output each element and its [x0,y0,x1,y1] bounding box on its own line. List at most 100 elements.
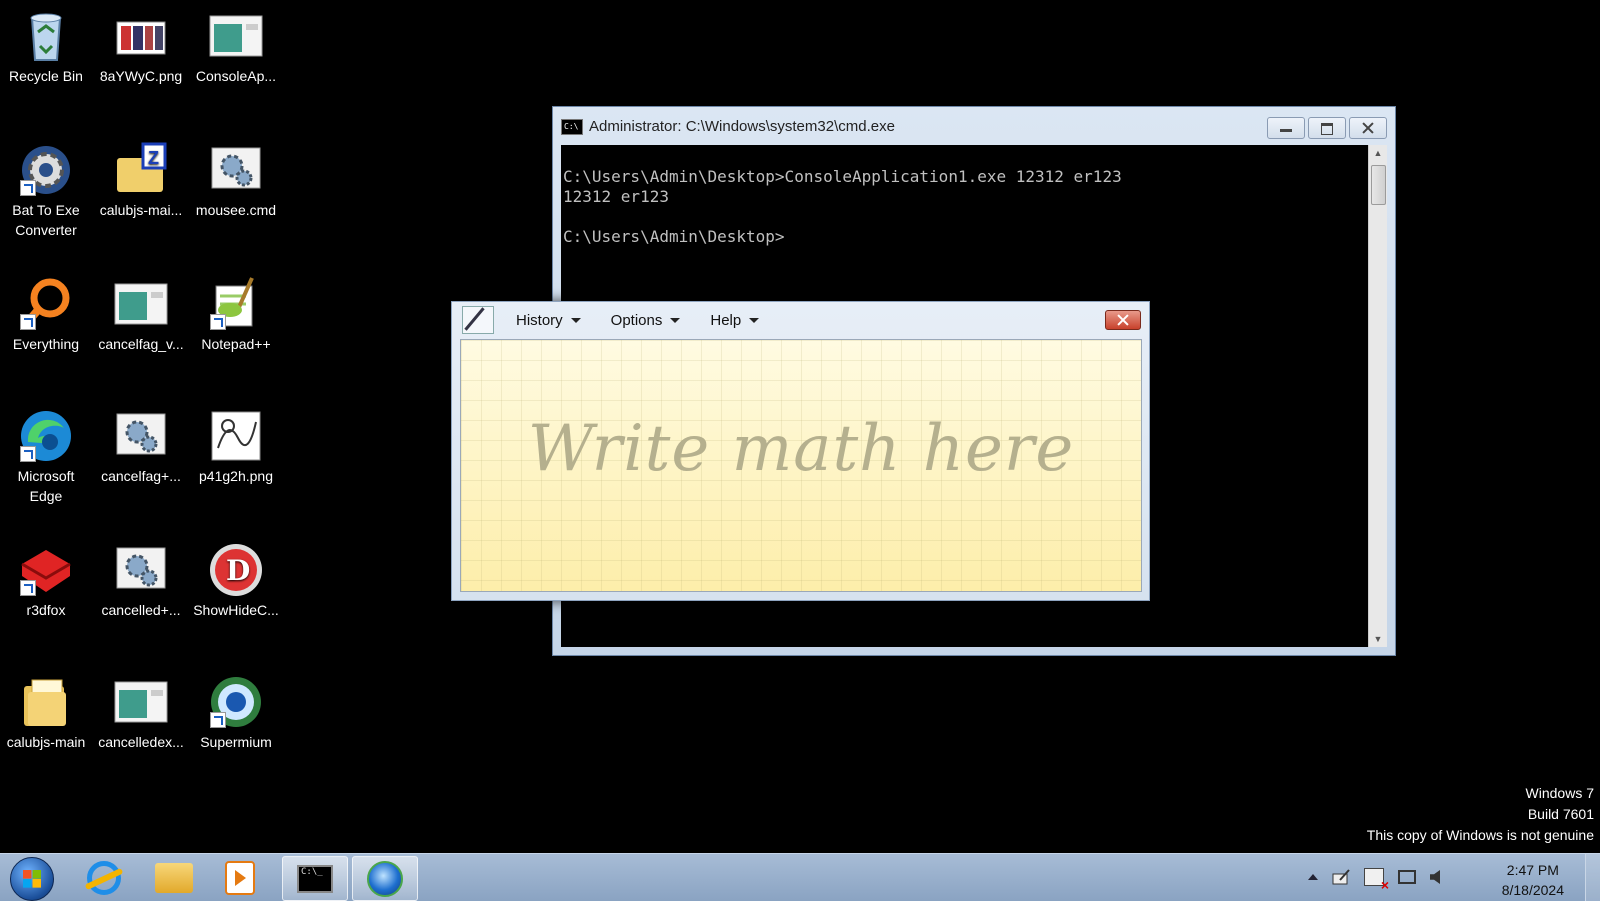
volume-muted-icon[interactable] [1430,870,1440,884]
desktop-icon-bat-to-exe[interactable]: Bat To Exe Converter [0,138,92,240]
desktop-icon-label: p41g2h.png [199,468,273,484]
shortcut-arrow-icon [210,314,226,330]
desktop-icon-notepadpp[interactable]: Notepad++ [190,272,282,354]
shortcut-arrow-icon [20,580,36,596]
taskbar-media-player[interactable] [208,856,272,899]
application-icon [113,674,169,730]
caret-down-icon [749,317,760,323]
minimize-button[interactable] [1267,117,1305,139]
scroll-down-arrow-icon[interactable]: ▼ [1369,631,1387,647]
desktop-icon-consoleap[interactable]: ConsoleAp... [190,4,282,86]
close-button[interactable] [1349,117,1387,139]
showhide-icon: D [208,542,264,598]
desktop-icon-supermium[interactable]: Supermium [190,670,282,752]
desktop-icon-label: Notepad++ [201,336,271,352]
desktop-icon-cancelledex[interactable]: cancelledex... [95,670,187,752]
console-line: C:\Users\Admin\Desktop>ConsoleApplicatio… [563,167,1122,186]
gear-icon [18,142,74,198]
desktop-icon-cancelfag-plus[interactable]: cancelfag+... [95,404,187,486]
desktop-icon-label: cancelfag_v... [98,336,184,352]
recycle-bin-icon [18,8,74,64]
cmd-vertical-scrollbar[interactable]: ▲ ▼ [1368,145,1387,647]
application-icon [113,276,169,332]
shortcut-arrow-icon [210,712,226,728]
taskbar: C:\_ 2:47 PM 8/18/2024 [0,853,1600,901]
math-input-panel[interactable]: History Options Help Write math here [451,301,1150,601]
math-close-button[interactable] [1105,310,1141,330]
zip-folder-icon: Z [113,142,169,198]
watermark-build: Build 7601 [1527,806,1594,822]
console-prompt: C:\Users\Admin\Desktop> [563,227,785,246]
desktop-icon-microsoft-edge[interactable]: Microsoft Edge [0,404,92,506]
desktop-icon-showhidec[interactable]: D ShowHideC... [190,538,282,620]
media-player-icon [225,860,255,895]
desktop-icon-label: r3dfox [26,602,66,618]
show-hidden-icons-icon[interactable] [1308,874,1318,880]
desktop-icon-calubjs-zip[interactable]: Z calubjs-mai... [95,138,187,220]
desktop-icon-label: cancelfag+... [101,468,181,484]
network-icon[interactable] [1398,870,1416,884]
desktop-icon-everything[interactable]: Everything [0,272,92,354]
scroll-up-arrow-icon[interactable]: ▲ [1369,145,1387,161]
clock-date: 8/18/2024 [1501,882,1564,898]
desktop-icon-label: Bat To Exe Converter [12,202,80,238]
cmd-script-icon [113,408,169,464]
desktop-icon-label: Microsoft Edge [17,468,75,504]
math-menu-bar: History Options Help [452,302,1149,338]
desktop-icon-label: Supermium [200,734,272,750]
desktop-icon-label: Recycle Bin [9,68,83,84]
cmd-title-bar[interactable]: C:\ Administrator: C:\Windows\system32\c… [561,115,895,139]
folder-icon [18,674,74,730]
desktop-icon-calubjs-main[interactable]: calubjs-main [0,670,92,752]
desktop-icon-8aywyc[interactable]: 8aYWyC.png [95,4,187,86]
desktop-icon-recycle-bin[interactable]: Recycle Bin [0,4,92,86]
caret-down-icon [670,317,681,323]
application-icon [208,8,264,64]
taskbar-file-explorer[interactable] [142,856,206,899]
desktop-icon-label: ConsoleAp... [195,68,277,84]
shortcut-arrow-icon [20,180,36,196]
desktop-icon-cancelled-plus[interactable]: cancelled+... [95,538,187,620]
taskbar-cmd[interactable]: C:\_ [282,856,348,901]
svg-text:D: D [226,554,250,587]
maximize-button[interactable] [1308,117,1346,139]
math-input-logo-icon [462,306,494,334]
notepadpp-icon [208,276,264,332]
math-hint-text: Write math here [527,412,1075,486]
pen-input-icon[interactable] [1332,869,1350,885]
scroll-thumb[interactable] [1371,165,1386,205]
math-writing-area[interactable]: Write math here [460,339,1142,592]
desktop-icon-label: cancelled+... [101,602,181,618]
supermium-icon [367,860,403,897]
image-file-icon [208,408,264,464]
clock-time: 2:47 PM [1506,862,1559,878]
options-menu[interactable]: Options [611,312,681,329]
system-tray [1308,868,1440,893]
desktop-icon-p41g2h[interactable]: p41g2h.png [190,404,282,486]
edge-icon [18,408,74,464]
taskbar-clock[interactable]: 2:47 PM 8/18/2024 [1502,860,1564,900]
cmd-app-icon: C:\ [561,119,583,135]
show-desktop-button[interactable] [1585,854,1600,901]
watermark-os: Windows 7 [1525,785,1594,801]
history-menu[interactable]: History [516,312,581,329]
options-menu-label: Options [610,311,663,329]
shortcut-arrow-icon [20,446,36,462]
windows-watermark: Windows 7 Build 7601 This copy of Window… [1367,783,1594,846]
action-center-flag-icon[interactable] [1364,868,1389,893]
taskbar-supermium[interactable] [352,856,418,901]
desktop-icon-r3dfox[interactable]: r3dfox [0,538,92,620]
desktop-icon-label: cancelledex... [98,734,184,750]
shortcut-arrow-icon [20,314,36,330]
desktop-icon-mousee-cmd[interactable]: mousee.cmd [190,138,282,220]
watermark-genuine: This copy of Windows is not genuine [1366,827,1594,843]
taskbar-internet-explorer[interactable] [72,856,136,899]
svg-text:Z: Z [148,148,159,168]
cmd-window-title: Administrator: C:\Windows\system32\cmd.e… [589,118,895,135]
cmd-window-controls [1267,117,1387,139]
r3dfox-icon [18,542,74,598]
start-button[interactable] [10,857,54,901]
help-menu[interactable]: Help [710,312,760,329]
desktop-icon-cancelfag-v[interactable]: cancelfag_v... [95,272,187,354]
